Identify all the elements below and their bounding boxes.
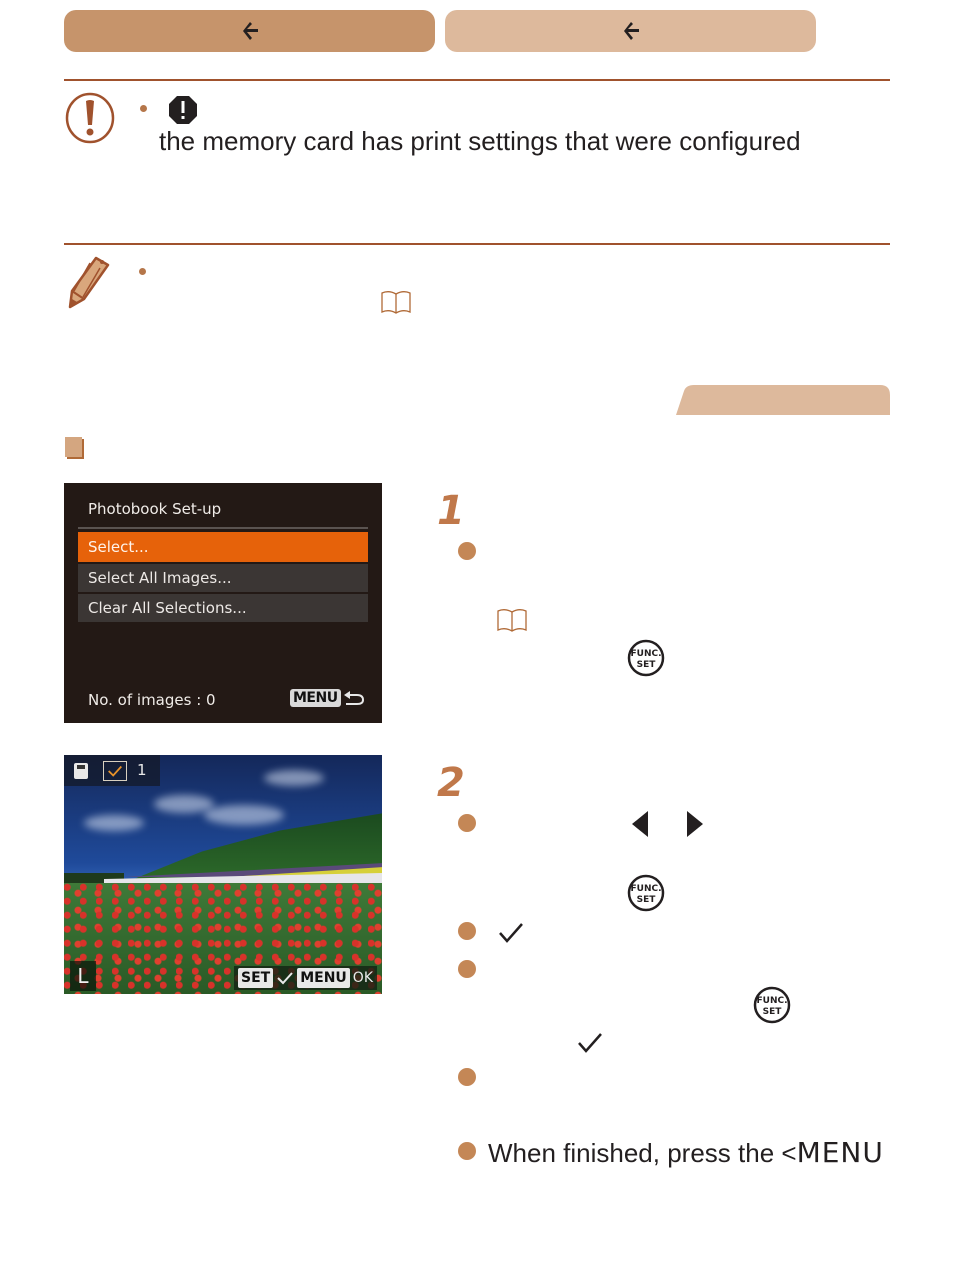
photo-cloud [264, 770, 324, 786]
back-to-section-button[interactable] [445, 10, 816, 52]
camera-menu-screen: Photobook Set-up Select... Select All Im… [64, 483, 382, 723]
stop-warning-icon [169, 96, 197, 124]
image-count-label: No. of images : 0 [88, 691, 216, 709]
step-bullet [458, 1142, 476, 1160]
bullet [139, 268, 146, 275]
step-bullet [458, 542, 476, 560]
section-square-icon [65, 437, 82, 457]
step-bullet [458, 814, 476, 832]
photo-selection-screen: 1 L SET MENU OK [64, 755, 382, 994]
check-icon [499, 923, 523, 943]
bullet [140, 105, 147, 112]
step-number: 1 [437, 488, 465, 534]
left-arrow-button-icon [632, 811, 648, 837]
photo-cloud [84, 815, 144, 831]
arrow-left-icon [242, 22, 258, 40]
memory-card-icon [74, 763, 88, 779]
svg-text:SET: SET [763, 1007, 783, 1017]
arrow-left-icon [623, 22, 639, 40]
step-number: 2 [437, 760, 465, 806]
photo-status-bar: 1 [64, 755, 160, 786]
set-button-badge: SET [238, 968, 274, 988]
func-set-button-icon: FUNC. SET [627, 874, 665, 912]
step-bullet [458, 960, 476, 978]
step-bullet [458, 1068, 476, 1086]
check-icon [578, 1033, 602, 1053]
func-set-button-icon: FUNC. SET [753, 986, 791, 1024]
step-bullet [458, 922, 476, 940]
check-icon [277, 972, 293, 985]
menu-button-badge: MENU [290, 689, 341, 707]
svg-text:FUNC.: FUNC. [630, 884, 661, 894]
menu-button-label: MENU [796, 1136, 884, 1169]
photo-cloud [204, 805, 284, 825]
svg-text:FUNC.: FUNC. [756, 996, 787, 1006]
selected-count: 1 [137, 761, 147, 779]
menu-button-badge: MENU [297, 968, 350, 988]
previous-page-button[interactable] [64, 10, 435, 52]
func-set-button-icon: FUNC. SET [627, 639, 665, 677]
caution-text: the memory card has print settings that … [159, 126, 801, 156]
photo-cloud [154, 795, 214, 813]
camera-menu-item-select-all[interactable]: Select All Images... [78, 564, 368, 592]
return-arrow-icon [344, 691, 365, 705]
camera-menu-item-clear-all[interactable]: Clear All Selections... [78, 594, 368, 622]
svg-text:SET: SET [637, 660, 657, 670]
section-tab [676, 385, 890, 415]
caution-bottom-rule [64, 243, 890, 245]
ok-label: OK [352, 970, 373, 986]
book-reference-icon[interactable] [496, 608, 528, 634]
camera-menu-item-select[interactable]: Select... [78, 532, 368, 562]
finish-text: When finished, press the < [488, 1138, 797, 1168]
caution-exclamation-icon [65, 92, 115, 144]
pencil-icon [68, 256, 110, 309]
check-icon [108, 765, 122, 777]
image-size-badge: L [70, 961, 96, 991]
camera-menu-divider [78, 527, 368, 529]
camera-menu-title: Photobook Set-up [88, 500, 222, 518]
finish-instruction: When finished, press the <MENU [488, 1137, 884, 1169]
selection-checkbox[interactable] [103, 761, 127, 781]
book-reference-icon[interactable] [380, 290, 412, 316]
right-arrow-button-icon [687, 811, 703, 837]
photo-controls-bar: SET MENU OK [234, 966, 377, 990]
svg-text:FUNC.: FUNC. [630, 649, 661, 659]
caution-top-rule [64, 79, 890, 81]
svg-text:SET: SET [637, 895, 657, 905]
